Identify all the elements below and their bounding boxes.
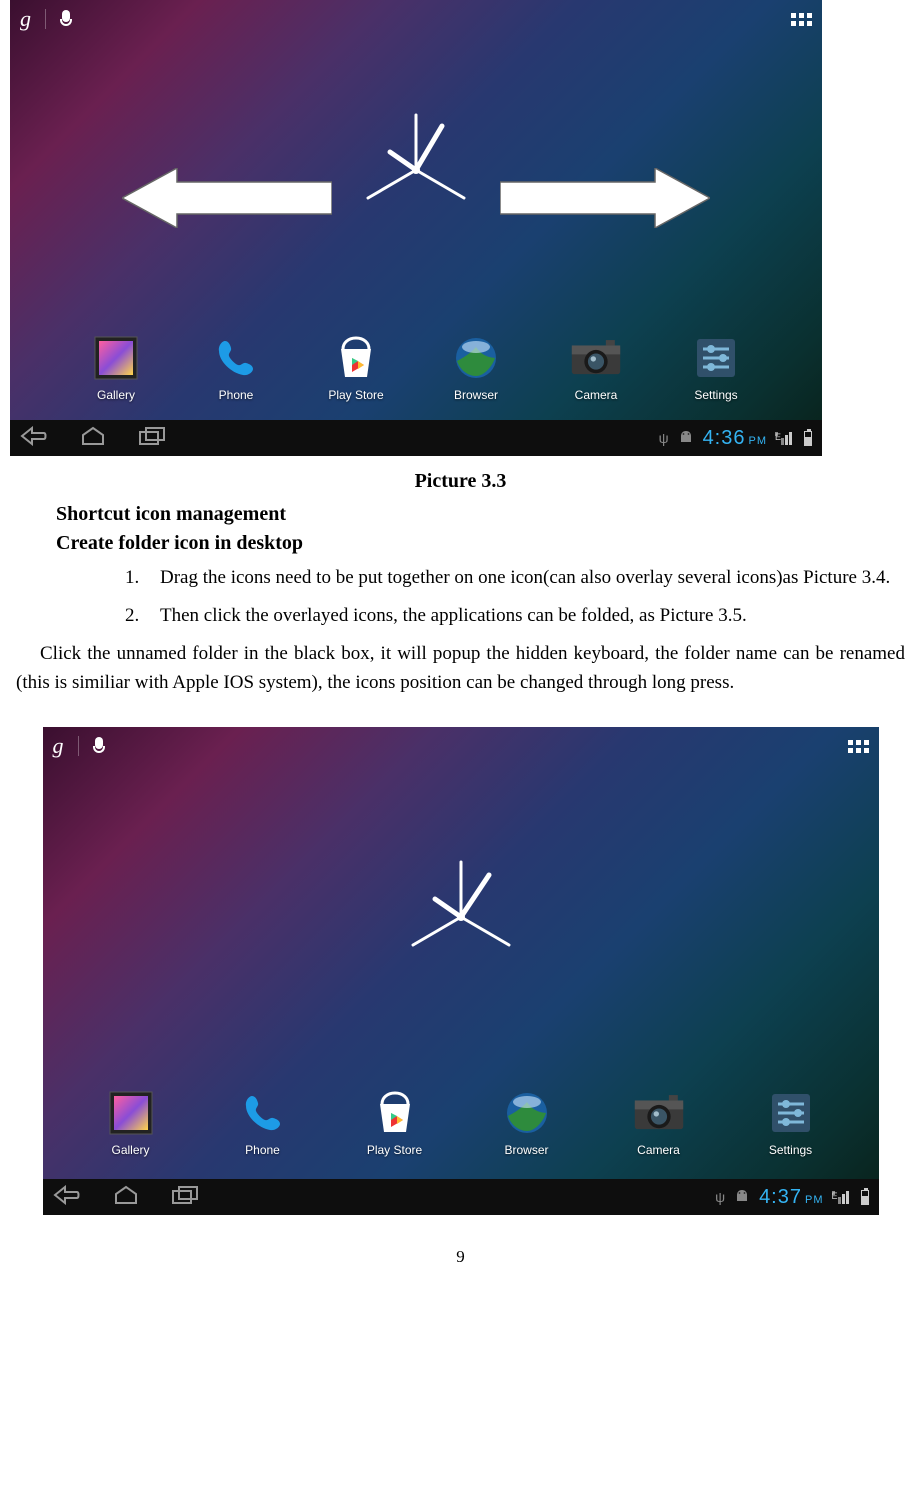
app-label: Browser [454,388,498,402]
signal-icon: E [832,1191,853,1204]
swipe-right-arrow [500,168,710,228]
heading-shortcut-management: Shortcut icon management [56,503,911,526]
app-label: Phone [219,388,254,402]
app-play-store[interactable]: Play Store [359,1087,431,1157]
app-settings[interactable]: Settings [680,332,752,402]
signal-icon: E [775,432,796,445]
screenshot-picture-3-3: g [10,0,822,456]
app-label: Browser [504,1143,548,1157]
analog-clock-widget[interactable] [346,110,486,235]
phone-icon [237,1087,289,1139]
app-label: Phone [245,1143,280,1157]
apps-drawer-icon[interactable] [791,13,812,26]
back-icon[interactable] [20,426,48,451]
recent-apps-icon[interactable] [138,426,166,451]
camera-icon [633,1087,685,1139]
separator [78,736,79,756]
app-label: Play Store [328,388,383,402]
browser-icon [450,332,502,384]
gallery-icon [90,332,142,384]
gallery-icon [105,1087,157,1139]
swipe-left-arrow [122,168,332,228]
voice-search-icon[interactable] [93,737,105,755]
paragraph: Click the unnamed folder in the black bo… [16,640,905,697]
app-label: Gallery [97,388,135,402]
app-label: Settings [769,1143,812,1157]
app-browser[interactable]: Browser [440,332,512,402]
analog-clock-widget[interactable] [391,857,531,982]
app-dock: Gallery Phone Play Store Browser [10,332,822,402]
app-label: Camera [575,388,618,402]
status-bar-top: g [10,0,822,38]
app-play-store[interactable]: Play Store [320,332,392,402]
app-gallery[interactable]: Gallery [95,1087,167,1157]
usb-icon: ψ [659,430,669,446]
heading-create-folder: Create folder icon in desktop [56,532,911,555]
app-label: Settings [694,388,737,402]
home-icon[interactable] [80,426,106,451]
google-search-icon[interactable]: g [20,6,31,32]
phone-icon [210,332,262,384]
app-label: Gallery [111,1143,149,1157]
google-search-icon[interactable]: g [53,733,64,759]
android-debug-icon [677,430,695,447]
app-label: Camera [637,1143,680,1157]
battery-icon [861,1190,869,1205]
system-nav-bar: ψ 4:36PM E [10,420,822,456]
clock-time: 4:37PM [759,1186,823,1209]
camera-icon [570,332,622,384]
android-debug-icon [733,1189,751,1206]
clock-time: 4:36PM [703,427,767,450]
app-camera[interactable]: Camera [560,332,632,402]
app-phone[interactable]: Phone [227,1087,299,1157]
app-settings[interactable]: Settings [755,1087,827,1157]
settings-icon [765,1087,817,1139]
back-icon[interactable] [53,1185,81,1210]
settings-icon [690,332,742,384]
instruction-list: Drag the icons need to be put together o… [144,565,911,628]
apps-drawer-icon[interactable] [848,740,869,753]
play-store-icon [330,332,382,384]
page-number: 9 [10,1247,911,1267]
home-icon[interactable] [113,1185,139,1210]
status-bar-top: g [43,727,879,765]
play-store-icon [369,1087,421,1139]
app-camera[interactable]: Camera [623,1087,695,1157]
app-gallery[interactable]: Gallery [80,332,152,402]
app-phone[interactable]: Phone [200,332,272,402]
list-item: Then click the overlayed icons, the appl… [144,603,911,629]
app-browser[interactable]: Browser [491,1087,563,1157]
battery-icon [804,431,812,446]
list-item: Drag the icons need to be put together o… [144,565,911,591]
app-label: Play Store [367,1143,422,1157]
voice-search-icon[interactable] [60,10,72,28]
app-dock: Gallery Phone Play Store Browser [43,1087,879,1157]
figure-caption: Picture 3.3 [10,470,911,493]
system-nav-bar: ψ 4:37PM E [43,1179,879,1215]
usb-icon: ψ [715,1189,725,1205]
browser-icon [501,1087,553,1139]
recent-apps-icon[interactable] [171,1185,199,1210]
separator [45,9,46,29]
screenshot-picture-3-4: g [43,727,879,1215]
